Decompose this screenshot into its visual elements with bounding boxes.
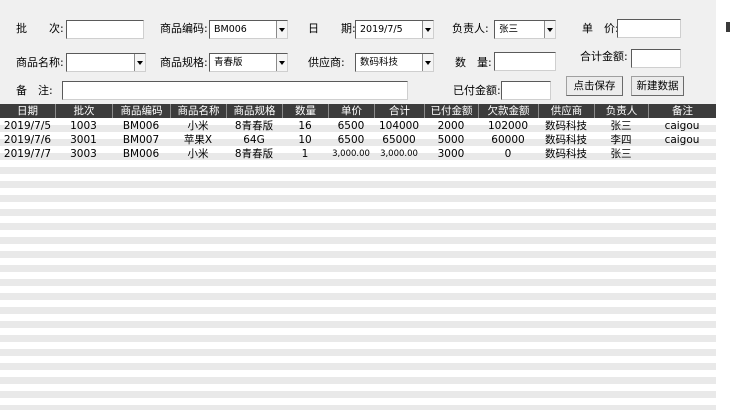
table-cell[interactable]: 8青春版 <box>226 147 282 161</box>
supplier-select[interactable]: 数码科技 <box>355 53 434 72</box>
table-cell[interactable]: 102000 <box>478 119 538 133</box>
qty-label: 数 量: <box>455 56 492 69</box>
table-cell[interactable]: 65000 <box>374 133 424 147</box>
table-cell[interactable]: 小米 <box>170 147 226 161</box>
data-grid: 日期 批次 商品编码 商品名称 商品规格 数量 单价 合计 已付金额 欠款金额 供应商 负责人 备注 2… <box>0 104 716 410</box>
chevron-down-icon[interactable] <box>276 21 287 38</box>
table-cell[interactable]: BM007 <box>112 133 170 147</box>
code-select[interactable]: BM006 <box>209 20 288 39</box>
price-input[interactable] <box>617 19 681 38</box>
column-header[interactable]: 单价 <box>328 104 374 118</box>
batch-label: 批 次: <box>16 22 64 35</box>
table-cell[interactable]: caigou <box>648 119 716 133</box>
total-input[interactable] <box>631 49 681 68</box>
save-button[interactable]: 点击保存 <box>566 76 623 96</box>
paid-label: 已付金额: <box>453 84 501 97</box>
owner-label: 负责人: <box>452 22 489 35</box>
entry-form: 批 次: 商品编码: BM006 日 期: 2019/7/5 负责人: 张三 单… <box>0 0 716 104</box>
price-label: 单 价: <box>582 22 619 35</box>
spec-select[interactable]: 青春版 <box>209 53 288 72</box>
chevron-down-icon[interactable] <box>422 54 433 71</box>
table-cell[interactable]: 0 <box>478 147 538 161</box>
table-cell[interactable]: 数码科技 <box>538 133 594 147</box>
chevron-down-icon[interactable] <box>544 21 555 38</box>
table-cell[interactable]: 数码科技 <box>538 147 594 161</box>
scrollbar-thumb[interactable] <box>726 22 730 32</box>
paid-input[interactable] <box>501 81 551 100</box>
column-header[interactable]: 负责人 <box>594 104 648 118</box>
spec-select-value: 青春版 <box>214 57 243 68</box>
table-cell[interactable]: 64G <box>226 133 282 147</box>
column-header[interactable]: 商品编码 <box>112 104 170 118</box>
note-label: 备 注: <box>16 84 53 97</box>
table-row[interactable]: 2019/7/6 3001 BM007 苹果X 64G 10 6500 65000 5000 60… <box>0 133 716 147</box>
column-header[interactable]: 商品规格 <box>226 104 282 118</box>
supplier-label: 供应商: <box>308 56 345 69</box>
name-label: 商品名称: <box>16 56 64 69</box>
table-cell[interactable]: 张三 <box>594 119 648 133</box>
column-header[interactable]: 合计 <box>374 104 424 118</box>
column-header[interactable]: 日期 <box>0 104 55 118</box>
date-picker-value: 2019/7/5 <box>360 24 403 35</box>
table-cell[interactable]: 1 <box>282 147 328 161</box>
table-cell[interactable]: 16 <box>282 119 328 133</box>
table-cell[interactable]: 1003 <box>55 119 112 133</box>
column-header[interactable]: 欠款金额 <box>478 104 538 118</box>
date-picker[interactable]: 2019/7/5 <box>355 20 434 39</box>
table-cell[interactable]: caigou <box>648 133 716 147</box>
code-select-value: BM006 <box>214 24 247 35</box>
app-window: 批 次: 商品编码: BM006 日 期: 2019/7/5 负责人: 张三 单… <box>0 0 730 410</box>
table-cell[interactable]: 小米 <box>170 119 226 133</box>
table-cell[interactable]: 60000 <box>478 133 538 147</box>
table-cell[interactable]: 李四 <box>594 133 648 147</box>
table-cell[interactable]: BM006 <box>112 147 170 161</box>
new-data-button[interactable]: 新建数据 <box>631 76 684 96</box>
table-cell[interactable]: 数码科技 <box>538 119 594 133</box>
batch-input[interactable] <box>66 20 144 39</box>
column-header[interactable]: 商品名称 <box>170 104 226 118</box>
table-cell[interactable]: 3000 <box>424 147 478 161</box>
table-cell[interactable]: 2019/7/6 <box>0 133 55 147</box>
table-cell[interactable]: 3,000.00 <box>328 147 374 161</box>
table-cell[interactable]: 6500 <box>328 133 374 147</box>
table-cell[interactable]: 3,000.00 <box>374 147 424 161</box>
column-header[interactable]: 数量 <box>282 104 328 118</box>
table-cell[interactable] <box>648 147 716 161</box>
table-cell[interactable]: 苹果X <box>170 133 226 147</box>
chevron-down-icon[interactable] <box>276 54 287 71</box>
column-header[interactable]: 已付金额 <box>424 104 478 118</box>
table-cell[interactable]: 3001 <box>55 133 112 147</box>
qty-input[interactable] <box>494 52 556 71</box>
column-header[interactable]: 供应商 <box>538 104 594 118</box>
column-header[interactable]: 备注 <box>648 104 716 118</box>
table-cell[interactable]: 2000 <box>424 119 478 133</box>
table-cell[interactable]: 104000 <box>374 119 424 133</box>
date-label: 日 期: <box>308 22 356 35</box>
table-cell[interactable]: 张三 <box>594 147 648 161</box>
grid-header: 日期 批次 商品编码 商品名称 商品规格 数量 单价 合计 已付金额 欠款金额 供应商 负责人 备注 <box>0 104 716 118</box>
table-cell[interactable]: 8青春版 <box>226 119 282 133</box>
supplier-select-value: 数码科技 <box>360 57 399 68</box>
chevron-down-icon[interactable] <box>134 54 145 71</box>
owner-select[interactable]: 张三 <box>494 20 556 39</box>
spec-label: 商品规格: <box>160 56 208 69</box>
name-select[interactable] <box>66 53 146 72</box>
column-header[interactable]: 批次 <box>55 104 112 118</box>
table-row[interactable]: 2019/7/7 3003 BM006 小米 8青春版 1 3,000.00 3,000.00… <box>0 147 716 161</box>
table-cell[interactable]: 2019/7/5 <box>0 119 55 133</box>
code-label: 商品编码: <box>160 22 208 35</box>
owner-select-value: 张三 <box>499 24 519 35</box>
note-input[interactable] <box>62 81 408 100</box>
table-cell[interactable]: BM006 <box>112 119 170 133</box>
table-cell[interactable]: 3003 <box>55 147 112 161</box>
table-cell[interactable]: 6500 <box>328 119 374 133</box>
table-cell[interactable]: 2019/7/7 <box>0 147 55 161</box>
table-cell[interactable]: 10 <box>282 133 328 147</box>
table-cell[interactable]: 5000 <box>424 133 478 147</box>
scrollbar-area[interactable] <box>716 0 730 410</box>
chevron-down-icon[interactable] <box>422 21 433 38</box>
total-label: 合计金额: <box>580 50 628 63</box>
table-row[interactable]: 2019/7/5 1003 BM006 小米 8青春版 16 6500 104000 2000 1… <box>0 119 716 133</box>
